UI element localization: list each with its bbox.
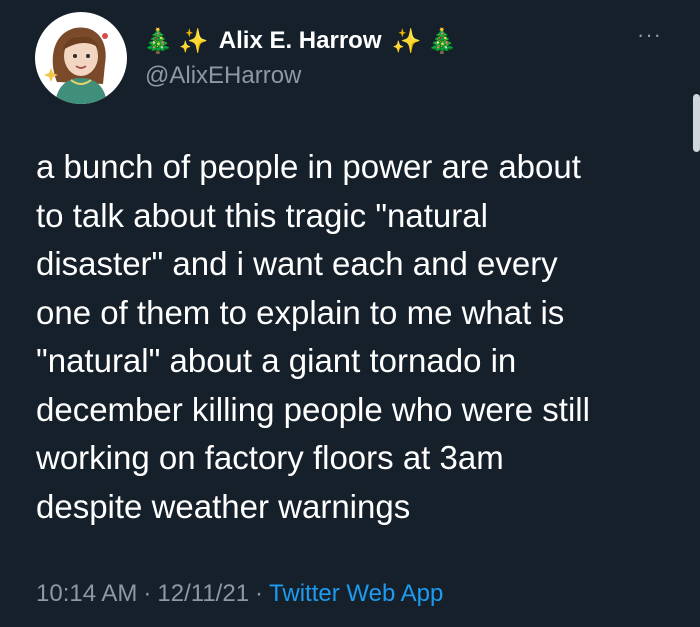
user-handle[interactable]: @AlixEHarrow: [145, 62, 301, 90]
avatar[interactable]: [35, 12, 127, 104]
tweet-source-link[interactable]: Twitter Web App: [269, 580, 443, 608]
author-name-row[interactable]: 🎄 ✨ Alix E. Harrow ✨ 🎄: [143, 24, 457, 58]
sparkles-icon: ✨: [391, 27, 422, 55]
christmas-tree-icon: 🎄: [427, 27, 458, 55]
tweet-text: a bunch of people in power are about to …: [36, 148, 590, 525]
tweet-time[interactable]: 10:14 AM: [36, 580, 137, 608]
sparkles-icon: ✨: [178, 27, 209, 55]
scrollbar[interactable]: [693, 94, 700, 152]
display-name[interactable]: Alix E. Harrow: [219, 27, 382, 55]
meta-separator: ·: [143, 580, 152, 607]
more-options-icon[interactable]: ···: [637, 22, 662, 48]
christmas-tree-icon: 🎄: [143, 27, 173, 55]
tweet-card: 🎄 ✨ Alix E. Harrow ✨ 🎄 @AlixEHarrow ··· …: [0, 0, 700, 627]
meta-separator: ·: [255, 580, 264, 607]
avatar-portrait-icon: [44, 27, 108, 104]
tweet-meta: 10:14 AM · 12/11/21 · Twitter Web App: [36, 580, 443, 608]
tweet-date[interactable]: 12/11/21: [157, 580, 249, 608]
